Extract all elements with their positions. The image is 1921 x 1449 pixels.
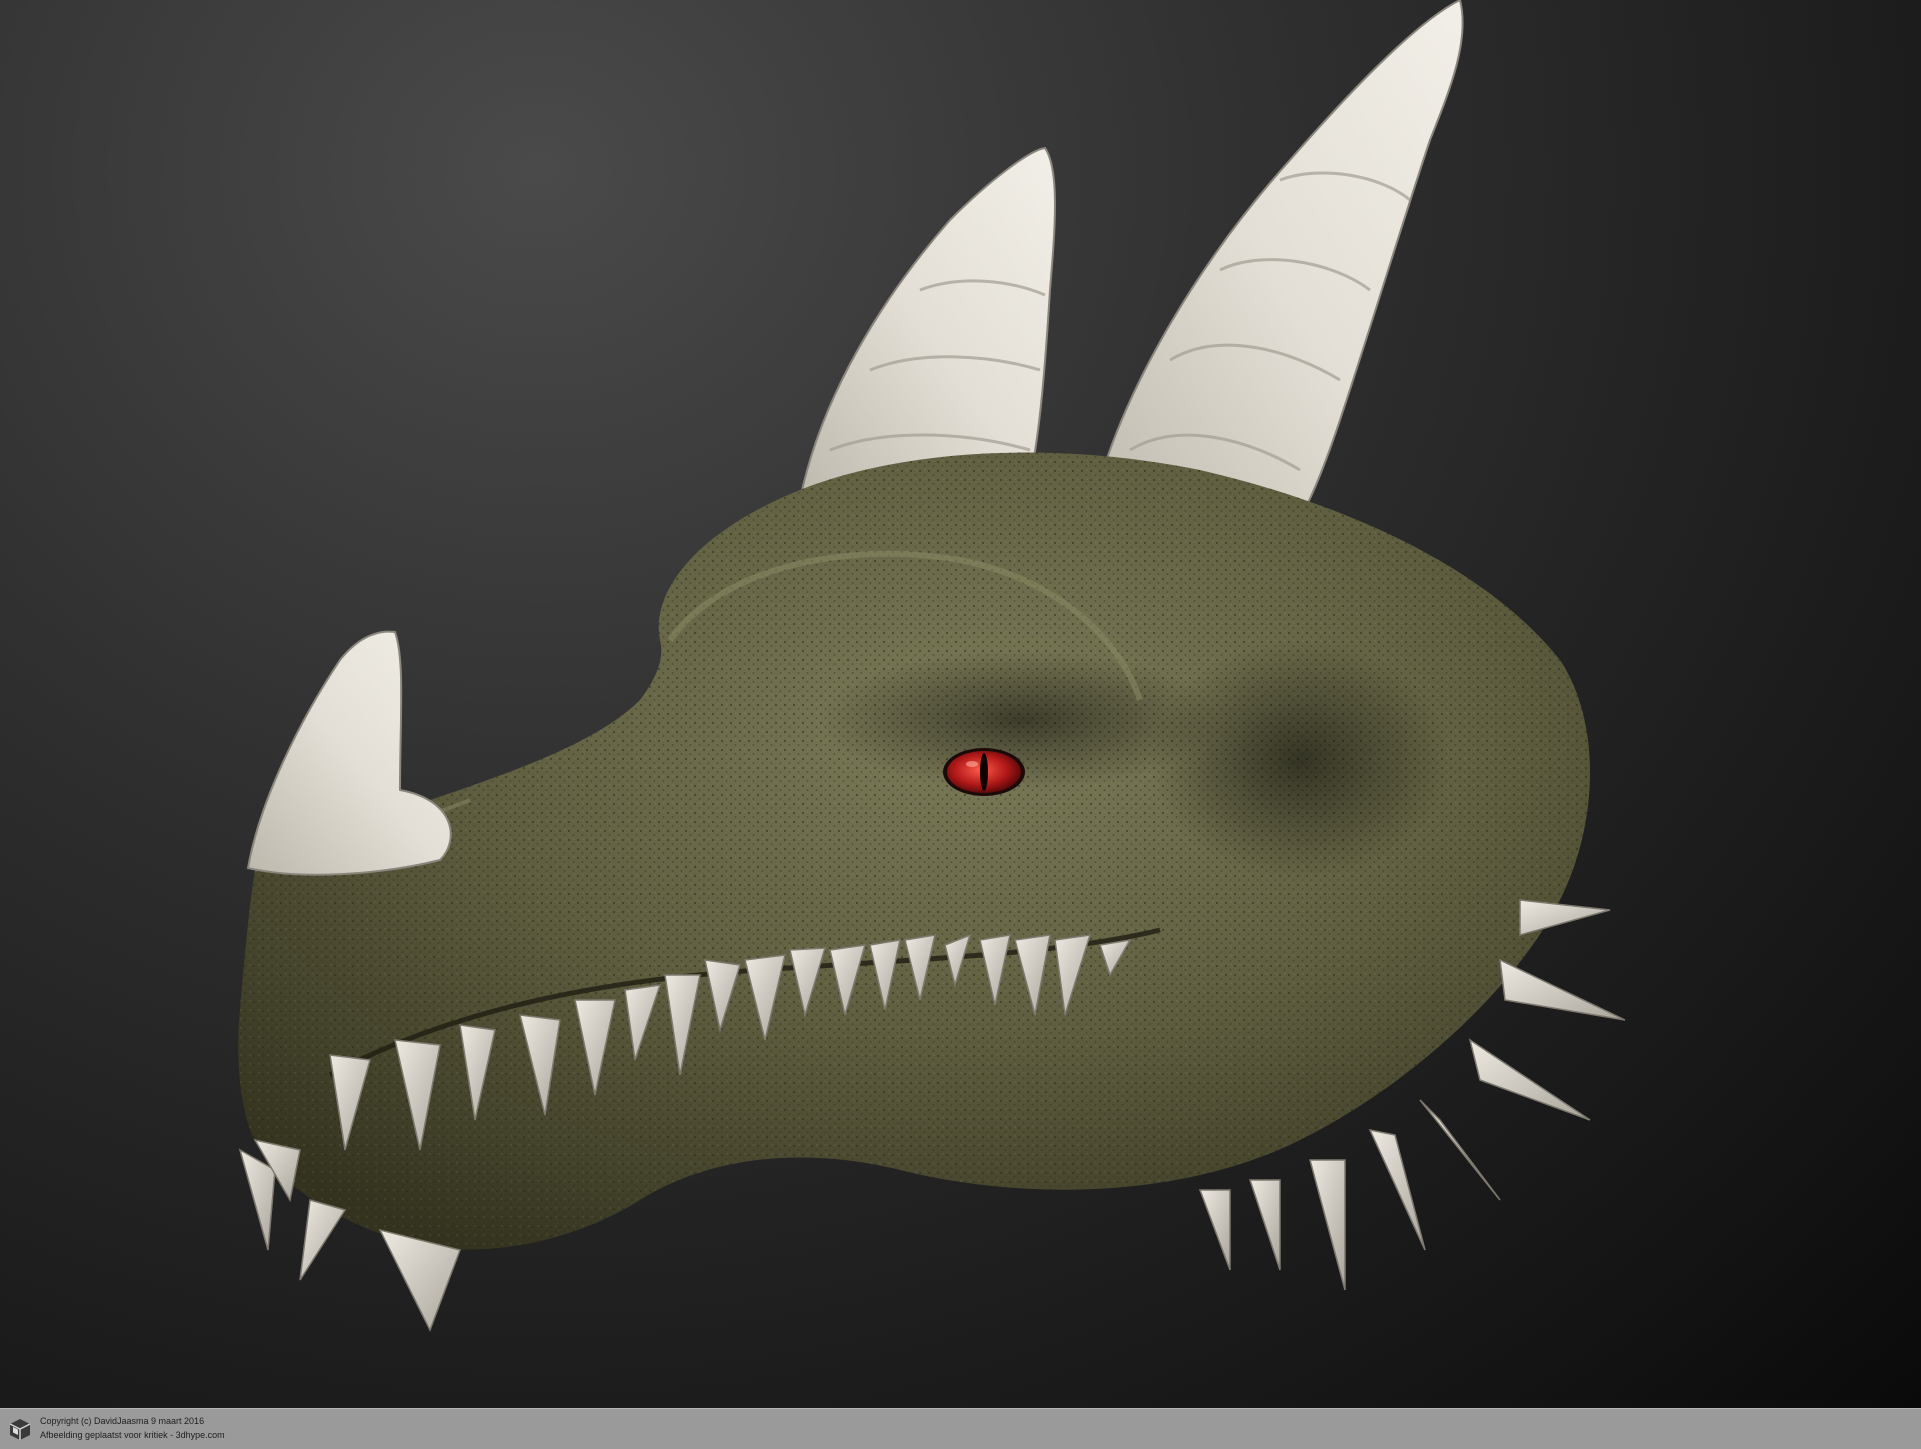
copyright-text: Copyright (c) DavidJaasma 9 maart 2016 xyxy=(40,1416,205,1426)
render-canvas xyxy=(0,0,1921,1408)
3dhype-cube-icon xyxy=(9,1419,31,1440)
footer-text-block: Copyright (c) DavidJaasma 9 maart 2016 A… xyxy=(40,1414,225,1442)
watermark-footer-bar: Copyright (c) DavidJaasma 9 maart 2016 A… xyxy=(0,1408,1921,1449)
nose-horn xyxy=(246,630,452,876)
posted-note-text: Afbeelding geplaatst voor kritiek - 3dhy… xyxy=(40,1430,225,1440)
dragon-head-illustration xyxy=(238,0,1626,1332)
dragon-eye xyxy=(943,748,1025,796)
